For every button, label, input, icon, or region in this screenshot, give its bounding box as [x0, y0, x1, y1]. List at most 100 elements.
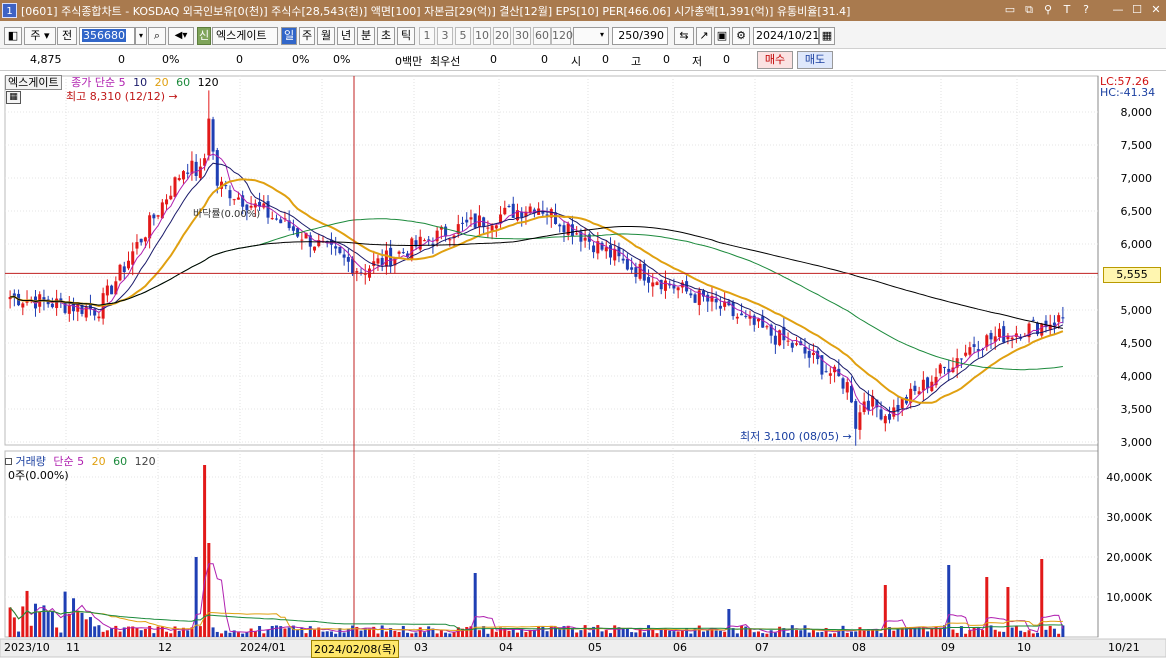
prev-button[interactable]: 전 [57, 27, 77, 45]
table-view-icon[interactable]: ▦ [6, 91, 21, 104]
sound-icon[interactable]: ◀▾ [168, 27, 194, 45]
volume-bar [993, 629, 997, 637]
candle-up [655, 282, 659, 286]
volume-bar [139, 630, 143, 637]
minute-30[interactable]: 30 [513, 27, 531, 45]
volume-bar [955, 632, 959, 637]
minute-60[interactable]: 60 [533, 27, 551, 45]
candle-up [418, 236, 422, 250]
interval-minute[interactable]: 분 [357, 27, 375, 45]
gear-icon[interactable]: ⚙ [732, 27, 750, 45]
volume-bar [17, 631, 21, 637]
volume-bar [600, 631, 604, 637]
volume-bar [735, 633, 739, 637]
candle-down [773, 335, 777, 345]
maximize-button[interactable]: ☐ [1129, 2, 1145, 18]
candle-up [676, 287, 680, 291]
volume-bar [630, 632, 634, 637]
interval-day[interactable]: 일 [281, 27, 297, 45]
font-icon[interactable]: T [1059, 2, 1075, 18]
interval-second[interactable]: 초 [377, 27, 395, 45]
candle-down [473, 213, 477, 228]
candle-down [346, 256, 350, 262]
candle-down [714, 298, 718, 303]
minute-3[interactable]: 3 [437, 27, 453, 45]
candle-down [507, 205, 511, 207]
volume-bar [283, 628, 287, 637]
minute-1[interactable]: 1 [419, 27, 435, 45]
candle-up [845, 382, 849, 393]
candle-down [461, 222, 465, 224]
interval-year[interactable]: 년 [337, 27, 355, 45]
period-select[interactable]: 주 ▾ [24, 27, 56, 45]
copy-window-icon[interactable]: ⧉ [1021, 2, 1037, 18]
candle-up [469, 217, 473, 220]
x-label-12: 12 [158, 641, 172, 654]
candle-down [342, 254, 346, 258]
chart-area[interactable]: 엑스게이트 종가 단순 5 10 20 60 120 ▦ 최고 8,310 (1… [0, 71, 1166, 661]
candle-up [177, 178, 181, 181]
high-value: 0 [663, 53, 670, 66]
code-input[interactable]: 356680 [79, 27, 135, 45]
volume-bar [951, 629, 955, 637]
candle-down [570, 224, 574, 237]
volume-bar [258, 625, 262, 637]
y-tick-3500: 3,500 [1120, 403, 1153, 416]
candle-up [938, 364, 942, 374]
close-button[interactable]: ✕ [1148, 2, 1164, 18]
candle-up [1010, 337, 1014, 340]
app-icon: 1 [2, 3, 17, 18]
high-label: 고 [631, 55, 642, 68]
candle-down [625, 258, 629, 270]
search-icon[interactable]: ⌕ [148, 27, 166, 45]
candle-down [274, 218, 278, 220]
volume-bar [879, 633, 883, 637]
volume-bar [985, 577, 989, 637]
help-icon[interactable]: ? [1078, 2, 1094, 18]
volume-bar [769, 630, 773, 637]
count-field[interactable]: 250/390 [612, 27, 668, 45]
save-icon[interactable]: ▣ [714, 27, 730, 45]
candle-up [21, 303, 25, 308]
interval-month[interactable]: 월 [317, 27, 335, 45]
pin-icon[interactable]: ⚲ [1040, 2, 1056, 18]
candle-down [291, 226, 295, 231]
buy-button[interactable]: 매수 [757, 51, 793, 69]
link-icon[interactable]: ▭ [1002, 2, 1018, 18]
y-tick-7500: 7,500 [1120, 139, 1153, 152]
candle-down [854, 401, 858, 429]
compare-icon[interactable]: ⇆ [674, 27, 694, 45]
candle-down [592, 245, 596, 253]
volume-bar [858, 627, 862, 637]
y-tick-7000: 7,000 [1120, 172, 1153, 185]
code-dropdown-icon[interactable]: ▾ [135, 27, 147, 45]
volume-bar [811, 629, 815, 637]
volume-bar [97, 625, 101, 637]
volume-bar [414, 632, 418, 637]
volume-bar [579, 630, 583, 637]
volume-bar [422, 632, 426, 637]
volume-bar [401, 625, 405, 637]
stock-chart-svg[interactable] [0, 71, 1166, 661]
interval-week[interactable]: 주 [299, 27, 315, 45]
volume-bar [625, 628, 629, 637]
minute-10[interactable]: 10 [473, 27, 491, 45]
minimize-button[interactable]: — [1110, 2, 1126, 18]
volume-bar [287, 627, 291, 637]
draw-icon[interactable]: ↗ [696, 27, 712, 45]
minute-5[interactable]: 5 [455, 27, 471, 45]
chevron-down-icon[interactable]: ▾ [596, 27, 608, 45]
calendar-icon[interactable]: ▦ [819, 27, 835, 45]
vol-ma60: 60 [113, 455, 128, 468]
interval-tick[interactable]: 틱 [397, 27, 415, 45]
sell-button[interactable]: 매도 [797, 51, 833, 69]
candle-up [118, 264, 122, 281]
date-input[interactable]: 2024/10/21 [753, 27, 819, 45]
new-badge-icon[interactable]: 신 [197, 27, 211, 45]
minute-120[interactable]: 120 [551, 27, 573, 45]
screen-toggle-icon[interactable]: ◧ [4, 27, 22, 45]
volume-bar [1002, 631, 1006, 637]
candle-up [494, 225, 498, 229]
minute-20[interactable]: 20 [493, 27, 511, 45]
volume-bar [558, 628, 562, 637]
